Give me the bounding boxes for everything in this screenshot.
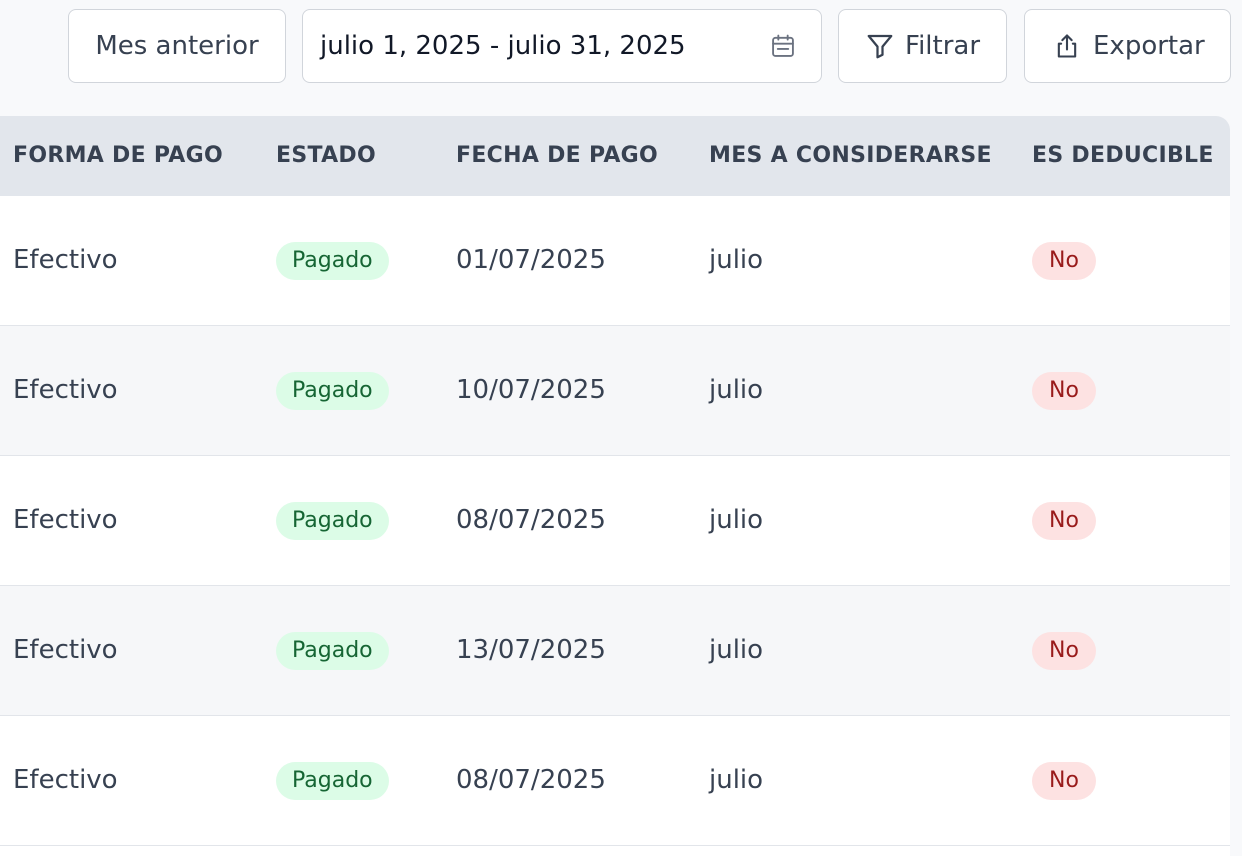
table-row[interactable]: Efectivo Pagado 01/07/2025 julio No — [0, 196, 1230, 326]
table-row[interactable]: Efectivo Pagado 10/07/2025 julio No — [0, 326, 1230, 456]
column-header-fecha-de-pago[interactable]: FECHA DE PAGO — [456, 116, 658, 196]
date-range-picker[interactable]: julio 1, 2025 - julio 31, 2025 — [302, 9, 822, 83]
payments-table: FORMA DE PAGO ESTADO FECHA DE PAGO MES A… — [0, 116, 1230, 856]
cell-fecha-de-pago: 13/07/2025 — [456, 635, 606, 665]
cell-es-deducible: No — [1032, 586, 1096, 715]
cell-estado: Pagado — [276, 326, 389, 455]
filter-button[interactable]: Filtrar — [838, 9, 1007, 83]
cell-mes: julio — [709, 505, 764, 535]
cell-fecha-de-pago: 10/07/2025 — [456, 375, 606, 405]
previous-month-label: Mes anterior — [95, 31, 259, 61]
deductible-badge: No — [1032, 371, 1096, 410]
cell-es-deducible: No — [1032, 196, 1096, 325]
calendar-icon — [772, 34, 794, 57]
date-range-text: julio 1, 2025 - julio 31, 2025 — [320, 31, 686, 61]
column-header-es-deducible[interactable]: ES DEDUCIBLE — [1032, 116, 1214, 196]
table-row[interactable]: Efectivo Pagado 08/07/2025 julio No — [0, 456, 1230, 586]
cell-estado: Pagado — [276, 586, 389, 715]
status-badge: Pagado — [276, 501, 389, 540]
cell-forma-de-pago: Efectivo — [13, 505, 118, 535]
column-header-estado[interactable]: ESTADO — [276, 116, 376, 196]
deductible-badge: No — [1032, 631, 1096, 670]
cell-mes: julio — [709, 765, 764, 795]
cell-es-deducible: No — [1032, 716, 1096, 845]
cell-estado: Pagado — [276, 196, 389, 325]
cell-mes: julio — [709, 635, 764, 665]
cell-forma-de-pago: Efectivo — [13, 245, 118, 275]
deductible-badge: No — [1032, 501, 1096, 540]
table-header: FORMA DE PAGO ESTADO FECHA DE PAGO MES A… — [0, 116, 1230, 196]
toolbar: Mes anterior julio 1, 2025 - julio 31, 2… — [68, 9, 1231, 83]
column-header-forma-de-pago[interactable]: FORMA DE PAGO — [13, 116, 223, 196]
cell-mes: julio — [709, 375, 764, 405]
filter-icon — [867, 34, 893, 59]
status-badge: Pagado — [276, 631, 389, 670]
cell-fecha-de-pago: 08/07/2025 — [456, 765, 606, 795]
column-header-mes-a-considerarse[interactable]: MES A CONSIDERARSE — [709, 116, 992, 196]
export-button[interactable]: Exportar — [1024, 9, 1231, 83]
export-label: Exportar — [1093, 31, 1205, 61]
deductible-badge: No — [1032, 241, 1096, 280]
table-row[interactable]: Efectivo Pagado 08/07/2025 julio No — [0, 716, 1230, 846]
cell-forma-de-pago: Efectivo — [13, 635, 118, 665]
cell-fecha-de-pago: 08/07/2025 — [456, 505, 606, 535]
filter-label: Filtrar — [905, 31, 981, 61]
cell-mes: julio — [709, 245, 764, 275]
cell-es-deducible: No — [1032, 456, 1096, 585]
export-share-icon — [1057, 34, 1077, 58]
cell-estado: Pagado — [276, 456, 389, 585]
previous-month-button[interactable]: Mes anterior — [68, 9, 286, 83]
cell-forma-de-pago: Efectivo — [13, 765, 118, 795]
cell-es-deducible: No — [1032, 326, 1096, 455]
cell-estado: Pagado — [276, 716, 389, 845]
table-row[interactable]: Efectivo Pagado 13/07/2025 julio No — [0, 586, 1230, 716]
deductible-badge: No — [1032, 761, 1096, 800]
status-badge: Pagado — [276, 371, 389, 410]
status-badge: Pagado — [276, 761, 389, 800]
status-badge: Pagado — [276, 241, 389, 280]
cell-fecha-de-pago: 01/07/2025 — [456, 245, 606, 275]
cell-forma-de-pago: Efectivo — [13, 375, 118, 405]
